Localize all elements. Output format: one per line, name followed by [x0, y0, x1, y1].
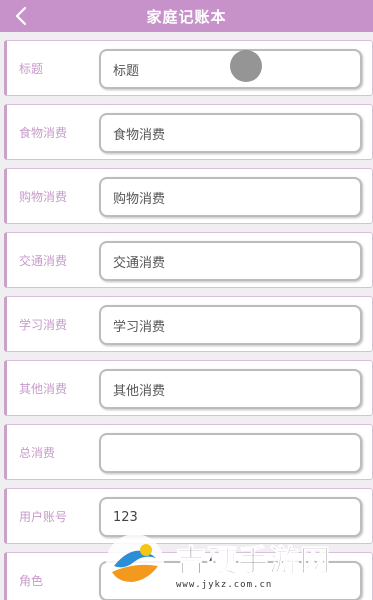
study-input-placeholder: 学习消费 [113, 319, 166, 335]
form-row-other: 其他消费 其他消费 [4, 360, 373, 416]
back-button[interactable] [10, 3, 32, 29]
form-row-total: 总消费 [4, 424, 373, 480]
title-input-placeholder: 标题 [113, 63, 140, 79]
chevron-left-icon [15, 6, 27, 26]
touch-indicator [230, 50, 262, 82]
role-label: 角色 [19, 573, 44, 588]
total-expense-input[interactable] [99, 433, 362, 473]
study-expense-input[interactable]: 学习消费 [99, 305, 362, 345]
total-label: 总消费 [19, 445, 56, 460]
form-row-transport: 交通消费 交通消费 [4, 232, 373, 288]
watermark: 吉硬手游网 www.jykz.com.cn [96, 528, 373, 600]
food-expense-input[interactable]: 食物消费 [99, 113, 362, 153]
watermark-logo-icon [106, 534, 164, 592]
account-input-value: 123 [113, 509, 138, 525]
food-label: 食物消费 [19, 125, 68, 140]
transport-input-placeholder: 交通消费 [113, 255, 166, 271]
transport-expense-input[interactable]: 交通消费 [99, 241, 362, 281]
watermark-brand: 吉硬手游网 [176, 544, 331, 580]
page-title: 家庭记账本 [146, 7, 227, 26]
form-row-study: 学习消费 学习消费 [4, 296, 373, 352]
form-row-food: 食物消费 食物消费 [4, 104, 373, 160]
shopping-expense-input[interactable]: 购物消费 [99, 177, 362, 217]
watermark-url: www.jykz.com.cn [176, 580, 273, 590]
study-label: 学习消费 [19, 317, 68, 332]
shopping-label: 购物消费 [19, 189, 68, 204]
form-row-shopping: 购物消费 购物消费 [4, 168, 373, 224]
account-label: 用户账号 [19, 509, 68, 524]
app-header: 家庭记账本 [0, 0, 373, 32]
shopping-input-placeholder: 购物消费 [113, 191, 166, 207]
transport-label: 交通消费 [19, 253, 68, 268]
other-expense-input[interactable]: 其他消费 [99, 369, 362, 409]
title-label: 标题 [19, 61, 44, 76]
form-row-title: 标题 标题 [4, 40, 373, 96]
other-input-placeholder: 其他消费 [113, 383, 166, 399]
other-label: 其他消费 [19, 381, 68, 396]
food-input-placeholder: 食物消费 [113, 127, 166, 143]
